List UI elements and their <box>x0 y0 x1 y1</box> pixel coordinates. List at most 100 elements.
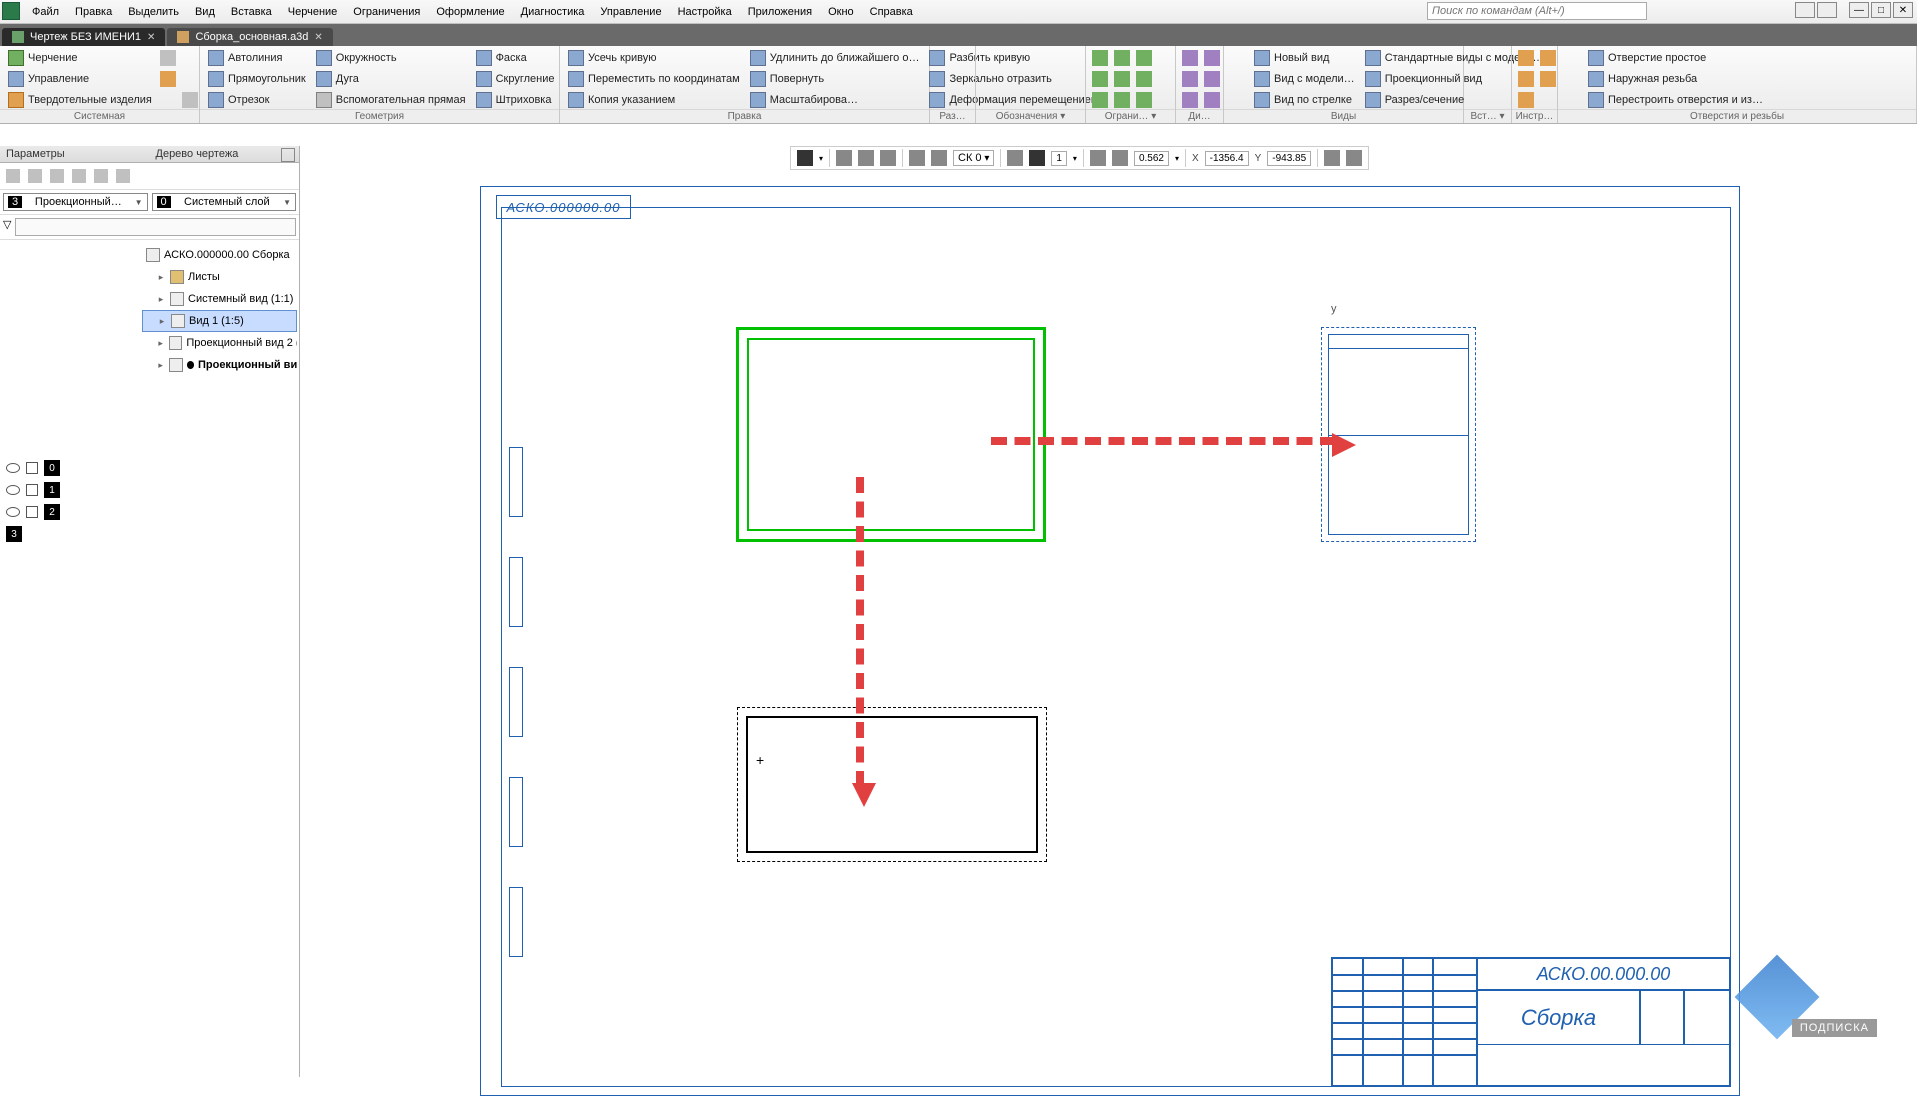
constr-1-icon[interactable] <box>1090 48 1110 68</box>
mdi-restore-icon[interactable] <box>1795 2 1815 18</box>
rotate-button[interactable]: Повернуть <box>746 69 924 89</box>
menu-insert[interactable]: Вставка <box>223 2 280 22</box>
chamfer-button[interactable]: Фаска <box>472 48 559 68</box>
tree-view-1[interactable]: ▸ Вид 1 (1:5) <box>142 310 297 332</box>
view-bottom-phantom[interactable] <box>737 707 1047 862</box>
rebuild-holes-button[interactable]: Перестроить отверстия и из… <box>1584 90 1767 110</box>
annot-6-icon[interactable] <box>1002 90 1022 110</box>
ins-2-icon[interactable] <box>1468 69 1488 89</box>
menu-settings[interactable]: Настройка <box>670 2 740 22</box>
lock-icon[interactable] <box>26 462 38 474</box>
redo-icon[interactable] <box>180 69 200 89</box>
tb-4-icon[interactable] <box>69 166 89 186</box>
view-icon-1[interactable] <box>1228 48 1248 68</box>
annot-10-icon[interactable] <box>1046 48 1066 68</box>
title-block[interactable]: АСКО.00.000.00 Сборка <box>1331 957 1731 1087</box>
annot-2-icon[interactable] <box>980 69 1000 89</box>
tab-assembly[interactable]: Сборка_основная.a3d ✕ <box>167 28 332 46</box>
ins-6-icon[interactable] <box>1490 90 1510 110</box>
diag-6-icon[interactable] <box>1202 90 1222 110</box>
simple-hole-button[interactable]: Отверстие простое <box>1584 48 1767 68</box>
menu-edit[interactable]: Правка <box>67 2 120 22</box>
tool-4-icon[interactable] <box>1538 48 1558 68</box>
tree-proj-view-2[interactable]: ▸ Проекционный вид 2 (1 <box>142 332 297 354</box>
fillet-button[interactable]: Скругление <box>472 69 559 89</box>
minimize-button[interactable]: — <box>1849 2 1869 18</box>
hole-icon-1[interactable] <box>1562 48 1582 68</box>
menu-select[interactable]: Выделить <box>120 2 187 22</box>
pen-icon[interactable] <box>797 150 813 166</box>
ins-1-icon[interactable] <box>1468 48 1488 68</box>
hole-icon-2[interactable] <box>1562 69 1582 89</box>
lock-icon[interactable] <box>26 484 38 496</box>
mode-manage-button[interactable]: Управление <box>4 69 156 89</box>
constr-2-icon[interactable] <box>1090 69 1110 89</box>
tree-root[interactable]: АСКО.000000.00 Сборка <box>142 244 297 266</box>
constr-5-icon[interactable] <box>1112 69 1132 89</box>
tool-5-icon[interactable] <box>1538 69 1558 89</box>
maximize-button[interactable]: □ <box>1871 2 1891 18</box>
refresh-icon[interactable] <box>858 150 874 166</box>
command-search-input[interactable] <box>1427 2 1647 20</box>
filter-icon[interactable]: ▽ <box>3 218 11 236</box>
constr-8-icon[interactable] <box>1134 69 1154 89</box>
diag-4-icon[interactable] <box>1202 48 1222 68</box>
tb-2-icon[interactable] <box>25 166 45 186</box>
annot-12-icon[interactable] <box>1046 90 1066 110</box>
hole-icon-3[interactable] <box>1562 90 1582 110</box>
ins-5-icon[interactable] <box>1490 69 1510 89</box>
dim-4-icon[interactable] <box>956 48 976 68</box>
y-field[interactable]: -943.85 <box>1267 151 1311 166</box>
tab-close-icon[interactable]: ✕ <box>314 32 322 43</box>
diag-2-icon[interactable] <box>1180 69 1200 89</box>
undo-icon[interactable] <box>180 48 200 68</box>
new-view-button[interactable]: Новый вид <box>1250 48 1359 68</box>
rectangle-button[interactable]: Прямоугольник <box>204 69 310 89</box>
extend-button[interactable]: Удлинить до ближайшего о… <box>746 48 924 68</box>
drawing-canvas[interactable]: АСКО.000000.00 y + АСКО.00.000.00 Сборка <box>300 146 1917 1077</box>
tool-3-icon[interactable] <box>1516 90 1536 110</box>
annot-7-icon[interactable] <box>1024 48 1044 68</box>
ext-thread-button[interactable]: Наружная резьба <box>1584 69 1767 89</box>
tree-proj-view-3[interactable]: ▸ Проекционный вид <box>142 354 297 376</box>
eye-icon[interactable] <box>6 485 20 495</box>
mode-solid-button[interactable]: Твердотельные изделия <box>4 90 156 110</box>
view-front[interactable] <box>736 327 1046 542</box>
mode-drawing-button[interactable]: Черчение <box>4 48 156 68</box>
loop-icon[interactable] <box>880 150 896 166</box>
constr-6-icon[interactable] <box>1112 90 1132 110</box>
menu-annotation[interactable]: Оформление <box>428 2 512 22</box>
menu-diagnostics[interactable]: Диагностика <box>513 2 593 22</box>
tree-sheets[interactable]: ▸ Листы <box>142 266 297 288</box>
menu-view[interactable]: Вид <box>187 2 223 22</box>
segment-button[interactable]: Отрезок <box>204 90 310 110</box>
mdi-max-icon[interactable] <box>1817 2 1837 18</box>
auxline-button[interactable]: Вспомогательная прямая <box>312 90 470 110</box>
close-button[interactable]: ✕ <box>1893 2 1913 18</box>
arrow-view-button[interactable]: Вид по стрелке <box>1250 90 1359 110</box>
step-field[interactable]: 1 <box>1051 151 1067 166</box>
view-icon-2[interactable] <box>1228 69 1248 89</box>
constr-7-icon[interactable] <box>1134 48 1154 68</box>
arc-button[interactable]: Дуга <box>312 69 470 89</box>
measure-icon[interactable] <box>1324 150 1340 166</box>
eraser-icon[interactable] <box>836 150 852 166</box>
dim-angle-icon[interactable] <box>934 90 954 110</box>
scale-button[interactable]: Масштабирова… <box>746 90 924 110</box>
constr-3-icon[interactable] <box>1090 90 1110 110</box>
tool-2-icon[interactable] <box>1516 69 1536 89</box>
expand-icon[interactable]: ▸ <box>156 338 165 349</box>
snap-icon[interactable] <box>931 150 947 166</box>
dim-radial-icon[interactable] <box>934 69 954 89</box>
expand-icon[interactable]: ▸ <box>156 294 166 305</box>
menu-constraints[interactable]: Ограничения <box>345 2 428 22</box>
diag-5-icon[interactable] <box>1202 69 1222 89</box>
tb-5-icon[interactable] <box>91 166 111 186</box>
annot-4-icon[interactable] <box>1002 48 1022 68</box>
circle-button[interactable]: Окружность <box>312 48 470 68</box>
cs-combo[interactable]: СК 0 ▾ <box>953 150 994 166</box>
filter-input[interactable] <box>15 218 296 236</box>
annot-9-icon[interactable] <box>1024 90 1044 110</box>
eye-icon[interactable] <box>6 463 20 473</box>
expand-icon[interactable]: ▸ <box>157 316 167 327</box>
